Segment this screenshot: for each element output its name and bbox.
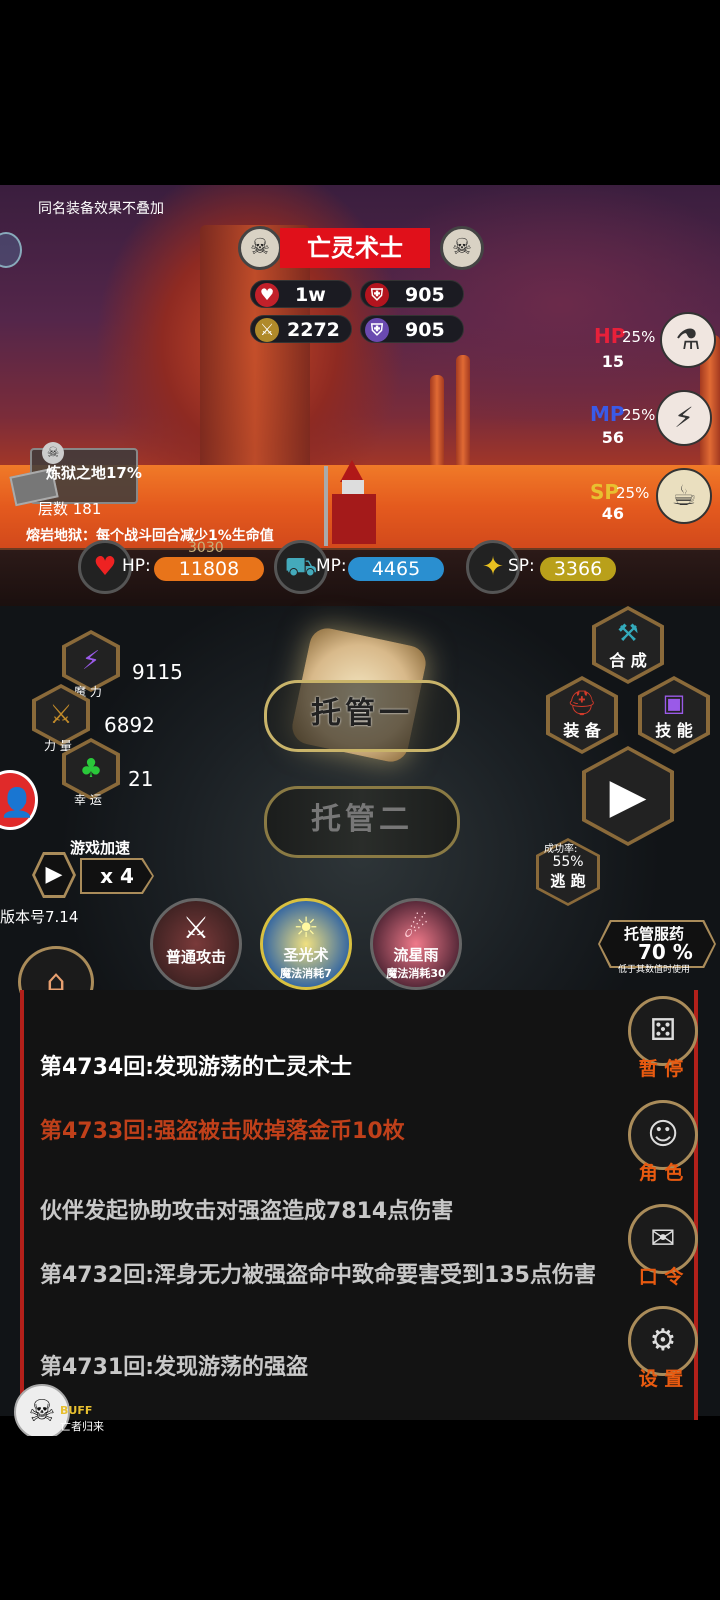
mp-potion-pct: 25% <box>622 406 656 424</box>
zone-name: 炼狱之地17% <box>46 464 142 482</box>
synth-inner: ⚒ 合 成 <box>596 610 660 680</box>
escape-rate: 55% <box>552 853 584 870</box>
character-label: 角 色 <box>638 1162 684 1184</box>
auto-one-button[interactable]: 托管一 <box>264 680 460 752</box>
skill-normal-attack[interactable]: ⚔ 普通攻击 <box>150 898 242 990</box>
speed-title: 游戏加速 <box>70 839 131 857</box>
enemy-attack-value: 2272 <box>287 319 340 341</box>
skill-meteor-rain-name: 流星雨 <box>393 946 439 964</box>
enemy-hp-stat: ♥ 1w <box>250 280 352 308</box>
auto-two-button[interactable]: 托管二 <box>264 786 460 858</box>
log-entry: 第4731回:发现游荡的强盗 <box>40 1355 309 1380</box>
luck-label: 幸 运 <box>74 793 102 807</box>
strength-value: 6892 <box>104 713 155 737</box>
enemy-magic-defense-stat: ⛨ 905 <box>360 315 464 343</box>
bottom-blank <box>0 1436 720 1600</box>
settings-label: 设 置 <box>638 1368 684 1390</box>
zone-effect: 熔岩地狱：每个战斗回合减少1%生命值 <box>26 528 274 544</box>
mp-potion[interactable]: MP 25% 56 ⚡ <box>560 390 720 450</box>
hp-potion-pct: 25% <box>622 328 656 346</box>
auto-potion-value: 70 % <box>638 940 693 964</box>
synth-hammer-icon: ⚒ <box>617 619 639 647</box>
hp-max: 3030 <box>188 540 224 556</box>
log-entry: 第4733回:强盗被击败掉落金币10枚 <box>40 1119 405 1144</box>
synth-label: 合 成 <box>609 651 647 670</box>
strength-icon: ⚔ <box>36 688 86 742</box>
play-icon: ▶ <box>586 750 670 842</box>
hp-potion[interactable]: HP 25% 15 ⚗ <box>560 308 720 371</box>
log-entry: 伙伴发起协助攻击对强盗造成7814点伤害 <box>40 1199 454 1224</box>
hp-potion-count: 15 <box>601 352 624 371</box>
pause-label: 暂 停 <box>638 1058 684 1080</box>
skill-holy-light[interactable]: ☀ 圣光术 魔法消耗7 <box>260 898 352 990</box>
speed-value: x 4 <box>82 860 152 892</box>
zone-panel: ☠ 炼狱之地17% <box>9 442 142 507</box>
hp-potion-label: HP <box>594 324 626 348</box>
sp-potion-pct: 25% <box>616 484 650 502</box>
hp-label: HP: <box>122 556 151 576</box>
mp-potion-label: MP <box>590 402 625 426</box>
mp-bar: 4465 <box>348 557 444 581</box>
version-label: 版本号7.14 <box>0 908 79 926</box>
magic-icon: ⚡ <box>66 634 116 688</box>
skull-icon: ☠ <box>238 226 282 270</box>
buff-name: 亡者归来 <box>60 1420 104 1433</box>
code-label: 口 令 <box>638 1266 684 1288</box>
meteor-icon: ☄ <box>403 911 429 944</box>
enemy-attack-stat: ⚔ 2272 <box>250 315 352 343</box>
skill-label: 技 能 <box>655 721 693 740</box>
skill-inner: ▣ 技 能 <box>642 680 706 750</box>
mp-potion-icon: ⚡ <box>656 390 712 446</box>
equip-inner: ⛑ 装 备 <box>550 680 614 750</box>
equip-label: 装 备 <box>563 721 601 740</box>
hp-bar: 11808 <box>154 557 264 581</box>
buff-label: BUFF <box>60 1404 93 1417</box>
sp-potion[interactable]: SP 25% 46 ☕ <box>560 468 720 530</box>
mp-potion-count: 56 <box>601 428 624 447</box>
sp-bar: 3366 <box>540 557 616 581</box>
hp-potion-icon: ⚗ <box>660 312 716 368</box>
enemy-defense-stat: ⛨ 905 <box>360 280 464 308</box>
enemy-defense-value: 905 <box>405 284 445 306</box>
luck-clover-icon: ♣ <box>66 742 116 796</box>
speed-multiplier[interactable]: x 4 <box>80 858 154 894</box>
play-icon: ▶ <box>35 855 73 895</box>
skill-meteor-rain-cost: 魔法消耗30 <box>386 967 446 980</box>
skill-holy-light-cost: 魔法消耗7 <box>280 967 332 980</box>
auto-potion-note: 低于其数值时使用 <box>618 965 691 975</box>
helmet-icon: ⛑ <box>566 689 598 717</box>
skill-meteor-rain[interactable]: ☄ 流星雨 魔法消耗30 <box>370 898 462 990</box>
luck-value: 21 <box>128 767 154 791</box>
lava-pillar <box>430 375 444 465</box>
sword-icon: ⚔ <box>182 911 210 946</box>
zone-floor: 层数 181 <box>38 500 102 518</box>
enemy-hp-value: 1w <box>295 284 326 306</box>
enemy-magic-defense-value: 905 <box>405 319 445 341</box>
enemy-name: 亡灵术士 <box>280 228 430 268</box>
log-entry: 第4732回:浑身无力被强盗命中致命要害受到135点伤害 <box>40 1263 596 1288</box>
sp-potion-label: SP <box>590 480 620 504</box>
sp-label: SP: <box>508 556 535 576</box>
sp-potion-count: 46 <box>601 504 624 523</box>
escape-label: 逃 跑 <box>550 871 586 890</box>
magic-value: 9115 <box>132 660 183 684</box>
notice-text: 同名装备效果不叠加 <box>38 201 164 217</box>
escape-rate-label: 成功率: <box>544 844 578 855</box>
sun-icon: ☀ <box>293 911 319 944</box>
mp-label: MP: <box>316 556 347 576</box>
magic-shield-icon: ⛨ <box>365 318 389 342</box>
skull-icon: ☠ <box>440 226 484 270</box>
skill-holy-light-name: 圣光术 <box>283 946 329 964</box>
skill-normal-attack-name: 普通攻击 <box>165 948 226 966</box>
heart-icon: ♥ <box>255 283 279 307</box>
log-entry: 第4734回:发现游荡的亡灵术士 <box>40 1055 353 1080</box>
lava-pillar <box>456 355 470 465</box>
sp-potion-icon: ☕ <box>656 468 712 524</box>
shield-icon: ⛨ <box>365 283 389 307</box>
necromancer-sprite <box>322 460 392 546</box>
sword-icon: ⚔ <box>255 318 279 342</box>
spellbook-icon: ▣ <box>662 689 686 717</box>
skull-icon: ☠ <box>42 442 64 464</box>
